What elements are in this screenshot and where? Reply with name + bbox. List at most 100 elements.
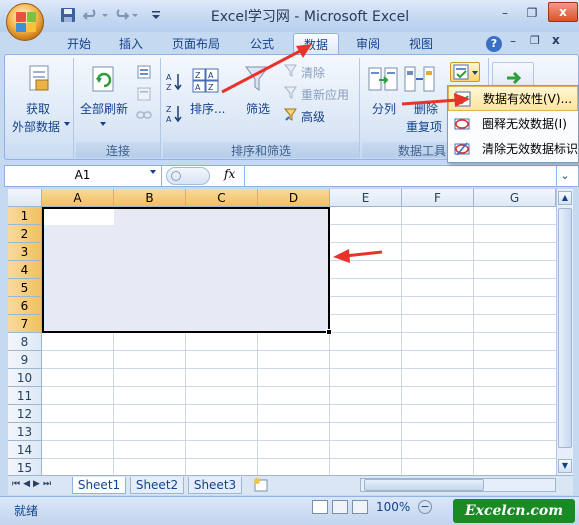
select-all-corner[interactable]	[8, 189, 42, 207]
refresh-all-icon[interactable]	[90, 64, 118, 94]
undo-dropdown-icon[interactable]	[101, 7, 109, 23]
row-header-6[interactable]: 6	[8, 297, 42, 315]
get-external-data-label-2[interactable]: 外部数据	[12, 118, 60, 135]
text-to-columns-label[interactable]: 分列	[372, 100, 396, 117]
normal-view-icon[interactable]	[312, 500, 328, 514]
scroll-down-icon[interactable]: ▼	[558, 459, 572, 473]
group-label-connections: 连接	[76, 142, 160, 158]
text-to-columns-icon[interactable]	[368, 64, 398, 94]
sheet-tab-sheet1[interactable]: Sheet1	[72, 477, 126, 494]
selection-range[interactable]	[42, 207, 330, 333]
external-data-dropdown-icon[interactable]	[64, 122, 70, 126]
sheet-tab-sheet2[interactable]: Sheet2	[130, 477, 184, 494]
svg-text:Z: Z	[195, 71, 201, 80]
close-button[interactable]: x	[548, 2, 578, 22]
sort-z-a-icon[interactable]: ZA	[166, 104, 182, 124]
column-header-f[interactable]: F	[402, 189, 474, 207]
sheet-nav-buttons[interactable]: ⏮◀▶⏭	[12, 479, 54, 489]
zoom-out-icon[interactable]: −	[418, 500, 432, 514]
save-icon[interactable]	[60, 7, 76, 23]
insert-sheet-icon[interactable]	[252, 478, 270, 493]
help-icon[interactable]: ?	[486, 36, 502, 52]
menu-item-data-validation[interactable]: 数据有效性(V)...	[448, 86, 578, 111]
remove-duplicates-label-2[interactable]: 重复项	[406, 118, 442, 135]
ribbon-restore-icon[interactable]: ❐	[530, 34, 542, 47]
gridline-row	[42, 368, 556, 369]
expand-formula-bar-icon[interactable]: ⌄	[556, 166, 573, 186]
ribbon-close-icon[interactable]: x	[552, 33, 564, 47]
column-header-d[interactable]: D	[258, 189, 330, 207]
tab-formulas[interactable]: 公式	[238, 33, 286, 55]
properties-icon	[137, 87, 151, 101]
row-header-10[interactable]: 10	[8, 369, 42, 387]
get-external-data-icon[interactable]	[26, 64, 54, 94]
zoom-level[interactable]: 100%	[376, 500, 410, 514]
data-validation-menu-icon	[455, 91, 471, 107]
tab-home[interactable]: 开始	[58, 33, 100, 55]
sort-label[interactable]: 排序...	[190, 100, 225, 117]
svg-text:A: A	[195, 83, 201, 92]
row-header-8[interactable]: 8	[8, 333, 42, 351]
tab-view[interactable]: 视图	[398, 33, 444, 55]
connections-icon[interactable]	[136, 64, 152, 80]
advanced-label[interactable]: 高级	[301, 108, 325, 125]
row-header-7[interactable]: 7	[8, 315, 42, 333]
column-header-b[interactable]: B	[114, 189, 186, 207]
row-header-1[interactable]: 1	[8, 207, 42, 225]
row-header-12[interactable]: 12	[8, 405, 42, 423]
column-header-g[interactable]: G	[474, 189, 556, 207]
column-header-c[interactable]: C	[186, 189, 258, 207]
sort-a-z-icon[interactable]: AZ	[166, 72, 182, 92]
advanced-filter-icon[interactable]	[284, 108, 298, 122]
remove-duplicates-label-1[interactable]: 删除	[414, 100, 438, 117]
tab-page-layout[interactable]: 页面布局	[163, 33, 229, 55]
svg-text:A: A	[166, 115, 172, 124]
filter-funnel-icon[interactable]	[244, 64, 270, 94]
insert-function-button[interactable]: fx	[224, 167, 235, 181]
scroll-up-icon[interactable]: ▲	[558, 191, 572, 205]
remove-duplicates-icon[interactable]	[404, 66, 436, 92]
vertical-scroll-thumb[interactable]	[558, 208, 572, 448]
tab-review[interactable]: 审阅	[346, 33, 390, 55]
column-header-e[interactable]: E	[330, 189, 402, 207]
gridline-col	[401, 207, 402, 475]
row-header-11[interactable]: 11	[8, 387, 42, 405]
redo-icon[interactable]	[113, 7, 129, 23]
edit-links-icon	[136, 111, 152, 119]
name-box-dropdown-icon[interactable]	[150, 170, 156, 174]
sheet-tab-sheet3[interactable]: Sheet3	[188, 477, 242, 494]
active-cell-a1[interactable]	[44, 209, 114, 225]
horizontal-scroll-thumb[interactable]	[364, 479, 484, 491]
minimize-button[interactable]: –	[492, 4, 518, 22]
row-header-14[interactable]: 14	[8, 441, 42, 459]
column-header-a[interactable]: A	[42, 189, 114, 207]
filter-label[interactable]: 筛选	[246, 100, 270, 117]
row-header-9[interactable]: 9	[8, 351, 42, 369]
row-header-13[interactable]: 13	[8, 423, 42, 441]
row-header-3[interactable]: 3	[8, 243, 42, 261]
tab-insert[interactable]: 插入	[110, 33, 152, 55]
fill-handle[interactable]	[326, 329, 332, 335]
customize-qat-icon[interactable]	[149, 7, 163, 23]
ribbon-minimize-icon[interactable]: –	[510, 34, 522, 48]
data-validation-button[interactable]	[450, 62, 480, 82]
row-header-4[interactable]: 4	[8, 261, 42, 279]
data-validation-dropdown-icon[interactable]	[472, 71, 478, 75]
menu-item-circle-invalid[interactable]: 圈释无效数据(I)	[448, 112, 578, 137]
name-box[interactable]: A1	[4, 165, 162, 187]
row-header-2[interactable]: 2	[8, 225, 42, 243]
tab-data[interactable]: 数据	[293, 33, 339, 55]
formula-input[interactable]	[244, 166, 556, 186]
sort-dialog-icon[interactable]: Z AA Z	[192, 68, 220, 94]
office-button[interactable]	[6, 3, 44, 41]
row-header-5[interactable]: 5	[8, 279, 42, 297]
get-external-data-label-1[interactable]: 获取	[26, 100, 50, 117]
refresh-all-label[interactable]: 全部刷新	[80, 100, 128, 117]
redo-dropdown-icon[interactable]	[131, 7, 139, 23]
menu-item-clear-circles[interactable]: 清除无效数据标识	[448, 137, 578, 162]
undo-icon[interactable]	[83, 7, 99, 23]
restore-button[interactable]: ❐	[519, 4, 545, 22]
page-break-view-icon[interactable]	[352, 500, 368, 514]
refresh-all-dropdown-icon[interactable]	[100, 122, 106, 126]
page-layout-view-icon[interactable]	[332, 500, 348, 514]
